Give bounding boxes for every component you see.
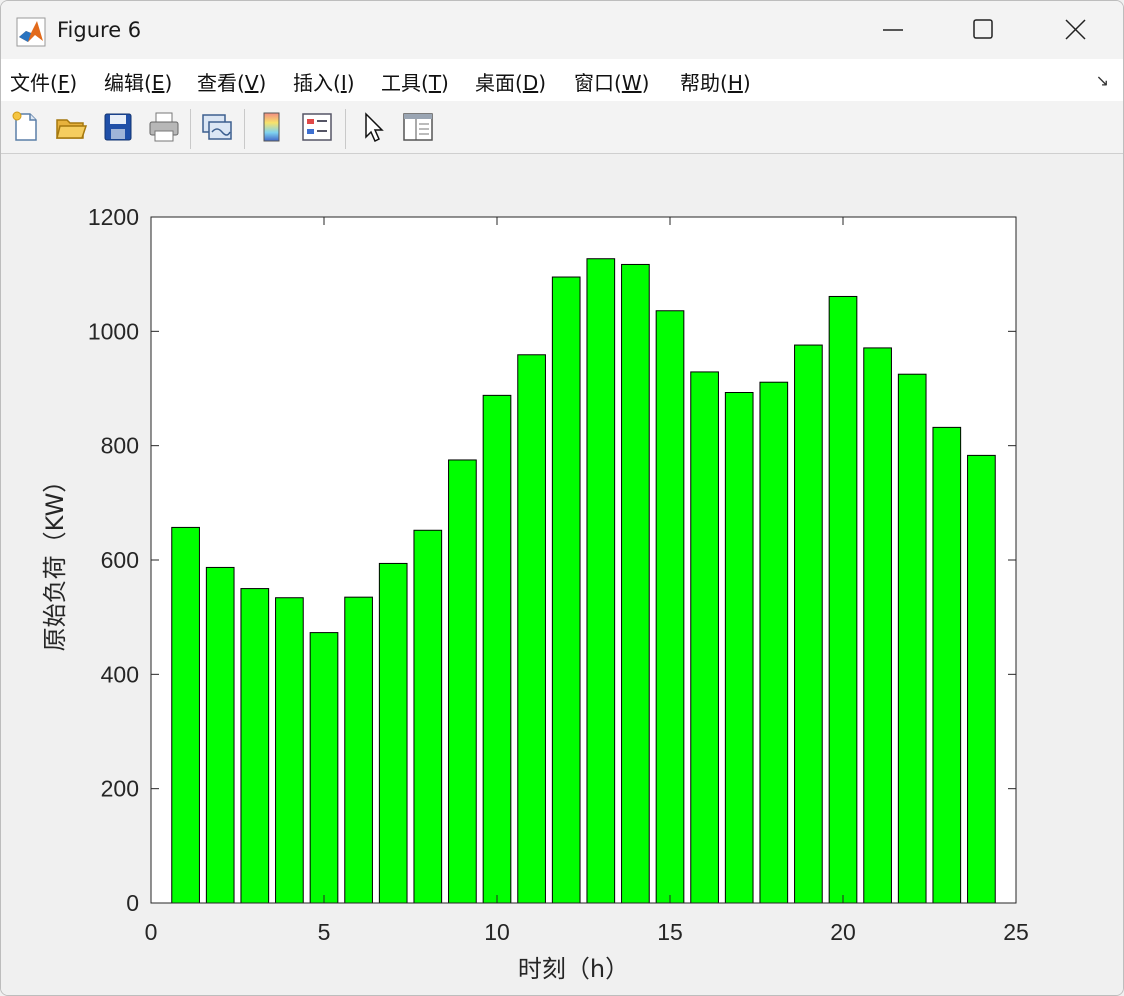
menu-window[interactable]: 窗口(W) [574, 67, 649, 96]
toolbar-separator [190, 109, 191, 149]
bar [275, 597, 304, 904]
bar [413, 529, 443, 904]
menu-view[interactable]: 查看(V) [197, 67, 266, 96]
x-tick-label: 20 [830, 919, 856, 945]
bar [897, 373, 927, 904]
plot-area: 0 200 400 600 800 1000 1200 0 5 10 15 20 25 原始负荷（KW） 时… [1, 154, 1123, 995]
toolbar-separator [345, 109, 346, 149]
link-plot-icon[interactable] [200, 110, 234, 144]
x-axis-label: 时刻（h） [518, 955, 629, 983]
title-bar: Figure 6 [1, 1, 1123, 59]
bar [482, 394, 512, 904]
figure-window: Figure 6 文件(F) 编辑(E) 查看(V) 插入(I) 工具(T) 桌… [0, 0, 1124, 996]
bar [240, 588, 270, 904]
bar [205, 566, 235, 904]
y-tick-label: 600 [101, 547, 139, 573]
menu-overflow-icon[interactable]: ↘ [1096, 71, 1109, 90]
bar [794, 344, 823, 904]
window-title: Figure 6 [57, 18, 142, 42]
property-editor-icon[interactable] [401, 110, 435, 144]
toolbar-separator [244, 109, 245, 149]
x-tick-label: 0 [145, 919, 158, 945]
menu-file[interactable]: 文件(F) [10, 67, 77, 96]
bar [517, 354, 546, 904]
y-tick-label: 0 [126, 890, 139, 916]
menu-edit[interactable]: 编辑(E) [104, 67, 172, 96]
bar [967, 454, 996, 904]
bar [690, 371, 719, 904]
new-figure-icon[interactable] [9, 110, 43, 144]
save-icon[interactable] [101, 110, 135, 144]
legend-icon[interactable] [300, 110, 334, 144]
print-icon[interactable] [147, 110, 181, 144]
bar [621, 263, 650, 904]
bar [171, 526, 200, 904]
bar [551, 276, 581, 904]
menu-desktop[interactable]: 桌面(D) [475, 67, 546, 96]
close-icon [1065, 19, 1086, 40]
bar [724, 392, 754, 904]
x-tick-label: 10 [484, 919, 510, 945]
y-tick-label: 1200 [88, 204, 139, 230]
menu-insert[interactable]: 插入(I) [293, 67, 355, 96]
menu-bar: 文件(F) 编辑(E) 查看(V) 插入(I) 工具(T) 桌面(D) 窗口(W… [1, 59, 1123, 101]
bar [586, 258, 616, 904]
y-tick-label: 200 [101, 776, 139, 802]
x-tick-label: 5 [318, 919, 331, 945]
figure-toolbar [1, 101, 1123, 154]
x-tick-label: 15 [657, 919, 683, 945]
y-tick-label: 800 [101, 433, 139, 459]
bar-chart[interactable]: 0 200 400 600 800 1000 1200 0 5 10 15 20 25 原始负荷（KW） 时… [1, 154, 1123, 995]
colorbar-icon[interactable] [255, 110, 289, 144]
bar [448, 459, 477, 904]
maximize-icon [973, 19, 993, 39]
bar [344, 596, 373, 904]
maximize-button[interactable] [937, 1, 1029, 59]
matlab-logo-icon [16, 17, 46, 47]
bar [863, 347, 892, 904]
bar [655, 310, 685, 904]
y-axis-label: 原始负荷（KW） [41, 469, 69, 652]
x-tick-label: 25 [1003, 919, 1029, 945]
bar [309, 632, 339, 904]
menu-tools[interactable]: 工具(T) [381, 67, 449, 96]
close-button[interactable] [1029, 1, 1121, 59]
bar [378, 562, 408, 904]
menu-help[interactable]: 帮助(H) [680, 67, 751, 96]
bar [828, 295, 858, 904]
y-tick-label: 1000 [88, 318, 139, 344]
bar [759, 381, 789, 904]
bar [932, 426, 962, 904]
pointer-icon[interactable] [358, 110, 392, 144]
open-file-icon[interactable] [54, 110, 88, 144]
minimize-icon [883, 29, 903, 31]
y-tick-label: 400 [101, 661, 139, 687]
minimize-button[interactable] [847, 1, 939, 59]
